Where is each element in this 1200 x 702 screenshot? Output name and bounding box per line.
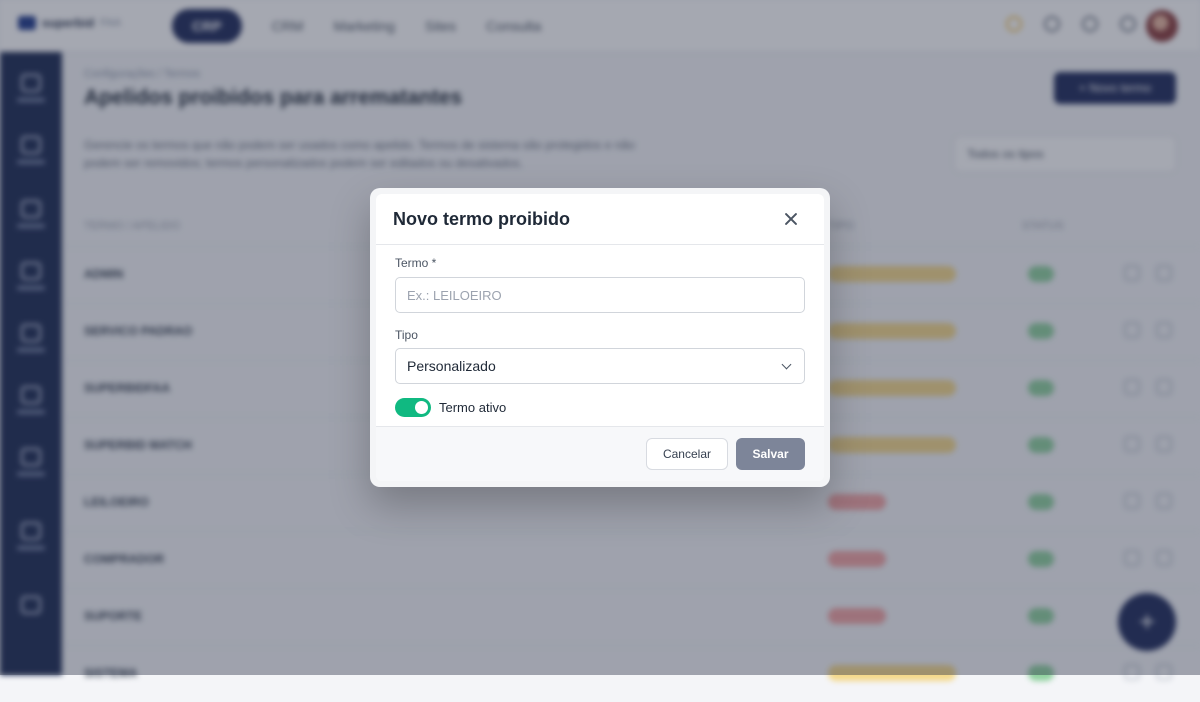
modal-header: Novo termo proibido — [376, 194, 824, 245]
close-icon[interactable] — [780, 208, 802, 230]
active-toggle-label[interactable]: Termo ativo — [439, 400, 506, 415]
modal-dialog: Novo termo proibido Termo * Tipo Persona… — [370, 188, 830, 487]
term-input[interactable] — [395, 277, 805, 313]
active-toggle[interactable] — [395, 398, 431, 417]
type-label: Tipo — [395, 328, 805, 342]
type-select[interactable]: Personalizado — [395, 348, 805, 384]
modal-footer: Cancelar Salvar — [376, 426, 824, 481]
toggle-knob — [415, 401, 428, 414]
type-select-value: Personalizado — [407, 358, 496, 374]
active-toggle-row: Termo ativo — [395, 398, 805, 417]
type-field: Tipo Personalizado — [395, 328, 805, 384]
modal-title: Novo termo proibido — [393, 209, 570, 230]
term-label: Termo * — [395, 256, 805, 270]
chevron-down-icon — [782, 359, 792, 369]
save-button[interactable]: Salvar — [736, 438, 805, 470]
cancel-button[interactable]: Cancelar — [646, 438, 728, 470]
modal-panel: Novo termo proibido Termo * Tipo Persona… — [376, 194, 824, 481]
modal-body: Termo * Tipo Personalizado Termo ativo — [376, 245, 824, 417]
